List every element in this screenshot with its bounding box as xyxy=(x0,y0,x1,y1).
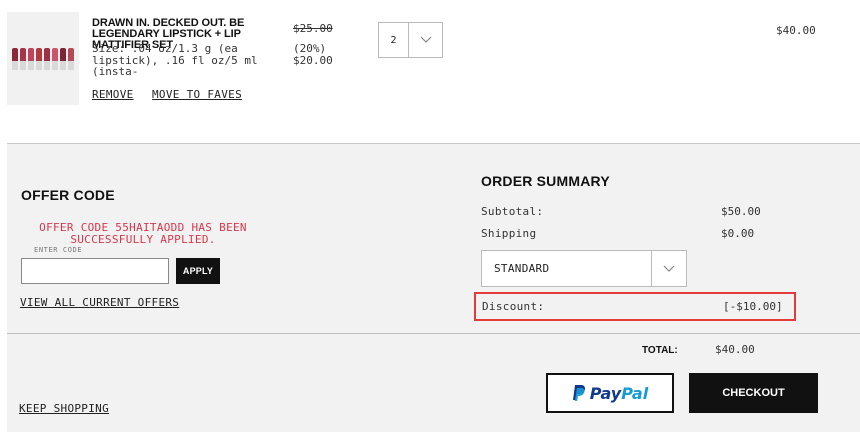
order-summary-heading: ORDER SUMMARY xyxy=(481,173,610,189)
remove-link[interactable]: REMOVE xyxy=(92,88,134,101)
lipstick-icon xyxy=(36,48,42,70)
total-value: $40.00 xyxy=(715,343,755,356)
shipping-label: Shipping xyxy=(481,227,537,240)
quantity-select[interactable]: 2 xyxy=(378,22,443,58)
offer-code-heading: OFFER CODE xyxy=(21,187,115,203)
shipping-method-select[interactable]: STANDARD xyxy=(481,250,687,287)
subtotal-value: $50.00 xyxy=(721,205,761,218)
discount-label: Discount: xyxy=(482,300,545,313)
total-label: TOTAL: xyxy=(642,345,678,356)
view-offers-link[interactable]: VIEW ALL CURRENT OFFERS xyxy=(20,296,179,309)
lipstick-icon xyxy=(28,48,34,70)
keep-shopping-link[interactable]: KEEP SHOPPING xyxy=(19,402,109,415)
product-thumbnail[interactable] xyxy=(7,12,79,105)
checkout-button[interactable]: CHECKOUT xyxy=(689,373,818,413)
apply-button[interactable]: APPLY xyxy=(176,258,220,284)
paypal-wordmark: PayPal xyxy=(589,383,649,403)
lipstick-icon xyxy=(44,48,50,70)
offer-success-message: OFFER CODE 55HAITAODD HAS BEEN SUCCESSFU… xyxy=(39,221,247,246)
move-to-faves-link[interactable]: MOVE TO FAVES xyxy=(152,88,242,101)
lipstick-icon xyxy=(20,48,26,70)
subtotal-label: Subtotal: xyxy=(481,205,544,218)
shipping-method-value: STANDARD xyxy=(494,262,550,275)
divider xyxy=(7,333,860,334)
enter-code-label: ENTER CODE xyxy=(34,246,83,254)
paypal-button[interactable]: PayPal xyxy=(546,373,674,413)
lipstick-icon xyxy=(60,48,66,70)
discount-value: [-$10.00] xyxy=(723,300,783,313)
sale-price: $20.00 xyxy=(293,54,333,67)
lipstick-icon xyxy=(52,48,58,70)
offer-code-input[interactable] xyxy=(21,258,169,284)
lipstick-icon xyxy=(68,48,74,70)
lipstick-icon xyxy=(12,48,18,70)
paypal-logo-icon xyxy=(572,385,585,401)
shipping-value: $0.00 xyxy=(721,227,755,240)
line-total: $40.00 xyxy=(776,24,816,37)
chevron-down-icon[interactable] xyxy=(651,251,686,286)
product-size: Size: .04 oz/1.3 g (ea lipstick), .16 fl… xyxy=(92,42,258,78)
quantity-value: 2 xyxy=(379,23,409,57)
chevron-down-icon[interactable] xyxy=(409,23,442,57)
original-price: $25.00 xyxy=(293,22,333,35)
